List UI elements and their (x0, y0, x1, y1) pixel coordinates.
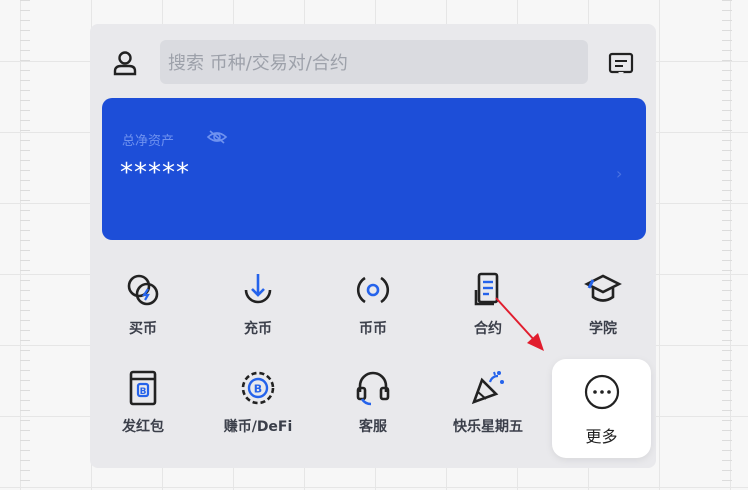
shortcut-buy-coin[interactable]: 买币 (93, 270, 193, 350)
svg-text:B: B (254, 383, 262, 396)
total-assets-card[interactable]: 总净资产 ***** › (102, 98, 646, 240)
ruler-left (20, 0, 30, 490)
total-assets-label: 总净资产 (122, 134, 175, 149)
search-input[interactable]: 搜索 币种/交易对/合约 (160, 40, 588, 84)
shortcut-label: 币币 (359, 321, 387, 337)
party-popper-icon (471, 371, 504, 405)
academy-icon (584, 274, 622, 302)
shortcut-label: 学院 (589, 321, 617, 337)
annotation-arrow-icon (495, 297, 544, 351)
shortcut-label: 客服 (359, 419, 387, 435)
shortcut-label: 买币 (129, 321, 157, 337)
shortcut-deposit[interactable]: 充币 (208, 270, 308, 350)
deposit-icon (244, 274, 272, 304)
shortcut-academy[interactable]: 学院 (553, 270, 653, 350)
message-icon[interactable] (608, 51, 634, 77)
shortcut-label: 赚币/DeFi (223, 419, 293, 435)
shortcut-customer-service[interactable]: 客服 (323, 368, 423, 448)
shortcut-red-packet[interactable]: B 发红包 (93, 368, 193, 448)
shortcut-label: 充币 (244, 321, 272, 337)
search-placeholder: 搜索 币种/交易对/合约 (168, 53, 348, 74)
chevron-right-icon: › (616, 164, 623, 183)
user-icon[interactable] (112, 50, 138, 76)
shortcut-label: 快乐星期五 (453, 419, 523, 435)
shortcut-label: 更多 (585, 427, 618, 446)
earn-defi-icon: B (241, 371, 275, 405)
red-packet-icon: B (129, 370, 157, 406)
ruler-right (722, 0, 732, 490)
hide-eye-icon[interactable] (206, 128, 228, 146)
total-assets-value: ***** (120, 158, 190, 188)
shortcut-more[interactable]: 更多 (552, 359, 651, 458)
shortcut-spot[interactable]: 币币 (323, 270, 423, 350)
shortcut-earn-defi[interactable]: B 赚币/DeFi (208, 368, 308, 448)
shortcut-label: 发红包 (122, 419, 164, 435)
svg-text:B: B (140, 387, 147, 397)
more-icon (584, 374, 620, 410)
header: 搜索 币种/交易对/合约 (90, 38, 656, 88)
buy-coin-icon (127, 274, 159, 306)
customer-service-icon (356, 371, 390, 406)
spot-icon (356, 276, 390, 304)
shortcut-happy-friday[interactable]: 快乐星期五 (438, 368, 538, 448)
